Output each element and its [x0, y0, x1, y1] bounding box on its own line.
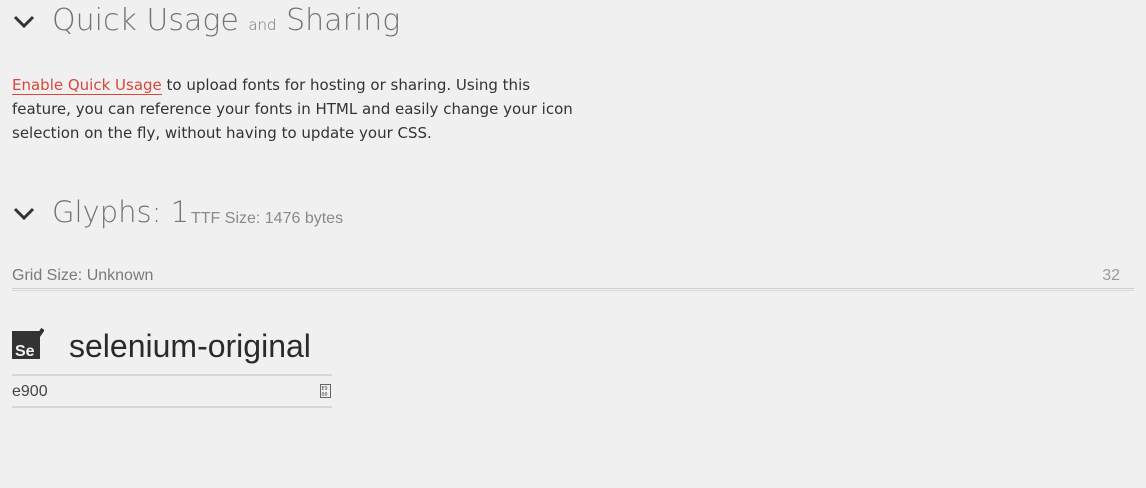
quick-usage-description: Enable Quick Usage to upload fonts for h…: [12, 73, 582, 145]
glyphs-heading: Glyphs: 1: [52, 195, 190, 229]
chevron-down-icon[interactable]: [12, 14, 36, 30]
selenium-icon[interactable]: Se: [12, 327, 44, 359]
glyph-divider: [12, 406, 332, 408]
grid-size-value[interactable]: 32: [1102, 267, 1120, 285]
grid-size-label: Grid Size: Unknown: [12, 267, 154, 284]
glyph-code[interactable]: e900: [12, 383, 48, 401]
ttf-size: TTF Size: 1476 bytes: [191, 210, 344, 227]
quick-usage-title: Quick Usage: [52, 3, 239, 38]
grid-divider: [12, 288, 1134, 291]
svg-text:00: 00: [322, 392, 328, 398]
glyph-code-icon[interactable]: E9 00: [320, 384, 331, 398]
enable-quick-usage-link[interactable]: Enable Quick Usage: [12, 76, 162, 95]
svg-text:Se: Se: [15, 343, 35, 359]
sharing-title: Sharing: [286, 3, 401, 38]
and-word: and: [248, 16, 277, 34]
glyph-divider: [12, 374, 332, 376]
chevron-down-icon[interactable]: [12, 206, 36, 222]
glyph-name[interactable]: selenium-original: [69, 328, 311, 365]
quick-usage-heading: Quick Usage and Sharing: [52, 3, 400, 38]
